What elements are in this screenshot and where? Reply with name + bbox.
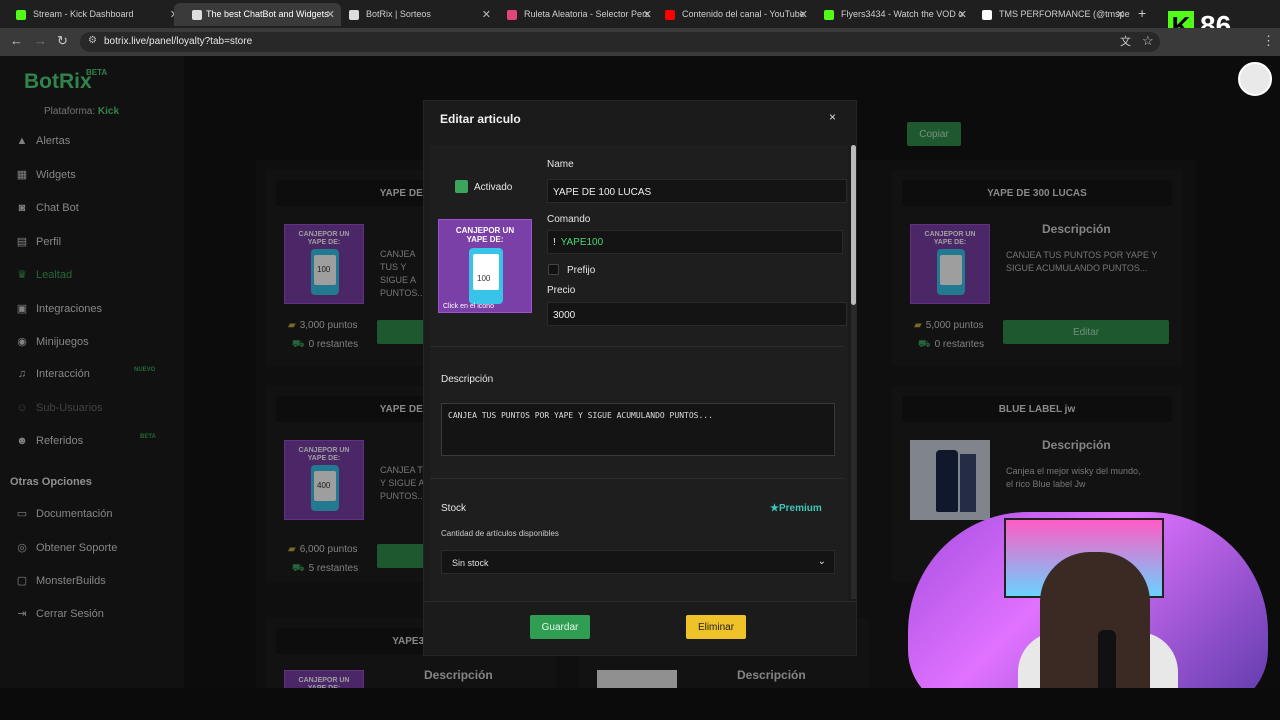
modal-title: Editar articulo: [440, 112, 521, 126]
stock-label: Stock: [441, 503, 467, 514]
tab-kick-dashboard[interactable]: Stream - Kick Dashboard ✕: [0, 3, 185, 26]
description-textarea[interactable]: CANJEA TUS PUNTOS POR YAPE Y SIGUE ACUMU…: [441, 403, 835, 456]
tab-ruleta[interactable]: Ruleta Aleatoria - Selector Pers ✕: [491, 3, 658, 26]
price-label: Precio: [547, 285, 576, 296]
browser-tab-bar: Stream - Kick Dashboard ✕ The best ChatB…: [0, 0, 1280, 45]
tab-youtube[interactable]: Contenido del canal - YouTube ✕: [649, 3, 814, 26]
save-button[interactable]: Guardar: [530, 615, 590, 639]
activado-checkbox[interactable]: [455, 180, 468, 193]
name-label: Name: [547, 159, 574, 170]
scrollbar-thumb[interactable]: [851, 145, 856, 305]
modal-scrollbar[interactable]: [851, 145, 856, 599]
tab-botrix-chatbot[interactable]: The best ChatBot and Widgets ✕: [174, 3, 341, 26]
price-input[interactable]: 3000: [547, 302, 847, 326]
divider: [430, 346, 844, 347]
star-icon: ★: [770, 503, 779, 514]
divider: [424, 601, 856, 602]
close-tab-icon[interactable]: ✕: [799, 8, 808, 21]
close-tab-icon[interactable]: ✕: [482, 8, 491, 21]
address-bar-row: ← → ↻ ⚙ botrix.live/panel/loyalty?tab=st…: [0, 28, 1280, 56]
bottom-strip: [0, 688, 1280, 720]
url-field[interactable]: ⚙ botrix.live/panel/loyalty?tab=store: [80, 32, 1160, 52]
avatar[interactable]: [1238, 62, 1272, 96]
tab-botrix-sorteos[interactable]: BotRix | Sorteos ✕: [333, 3, 497, 26]
ruleta-favicon-icon: [507, 10, 517, 20]
stock-select[interactable]: Sin stock ⌄: [441, 550, 835, 574]
command-input[interactable]: ! YAPE100: [547, 230, 843, 254]
item-image-upload[interactable]: CANJEPOR UN YAPE DE: 100 Click en el ico…: [438, 219, 532, 313]
description-label: Descripción: [441, 374, 494, 385]
close-icon[interactable]: ×: [829, 110, 836, 124]
command-label: Comando: [547, 214, 591, 225]
tab-flyers-vod[interactable]: Flyers3434 - Watch the VOD o ✕: [808, 3, 973, 26]
close-tab-icon[interactable]: ✕: [1116, 8, 1125, 21]
prefix-label: Prefijo: [567, 265, 596, 276]
prefix-checkbox[interactable]: [548, 264, 559, 275]
botrix-favicon-icon: [349, 10, 359, 20]
chevron-down-icon: ⌄: [817, 556, 826, 567]
site-info-icon[interactable]: ⚙: [88, 35, 97, 46]
kick-favicon-icon: [16, 10, 26, 20]
name-input[interactable]: YAPE DE 100 LUCAS: [547, 179, 847, 203]
new-tab-icon[interactable]: +: [1138, 5, 1146, 21]
premium-badge[interactable]: ★Premium: [770, 503, 822, 514]
reload-icon[interactable]: ↻: [57, 33, 68, 49]
image-caption: Click en el icono: [443, 303, 494, 310]
edit-item-modal: Editar articulo × Activado CANJEPOR UN Y…: [423, 100, 857, 656]
divider: [430, 478, 844, 479]
tiktok-favicon-icon: [982, 10, 992, 20]
bookmark-star-icon[interactable]: ☆: [1142, 33, 1154, 49]
back-icon[interactable]: ←: [10, 33, 23, 48]
youtube-favicon-icon: [665, 10, 675, 20]
kick-favicon-icon: [824, 10, 834, 20]
forward-icon[interactable]: →: [34, 33, 47, 48]
translate-icon[interactable]: 文: [1120, 33, 1131, 49]
available-quantity-label: Cantidad de artículos disponibles: [441, 529, 559, 538]
webcam-overlay: [908, 512, 1268, 710]
modal-body: Activado CANJEPOR UN YAPE DE: 100 Click …: [430, 145, 848, 601]
delete-button[interactable]: Eliminar: [686, 615, 746, 639]
tab-tms-performance[interactable]: TMS PERFORMANCE (@tmspe ✕: [966, 3, 1131, 26]
botrix-favicon-icon: [192, 10, 202, 20]
menu-dots-icon[interactable]: ⋮: [1262, 33, 1275, 49]
activado-label: Activado: [474, 182, 513, 193]
